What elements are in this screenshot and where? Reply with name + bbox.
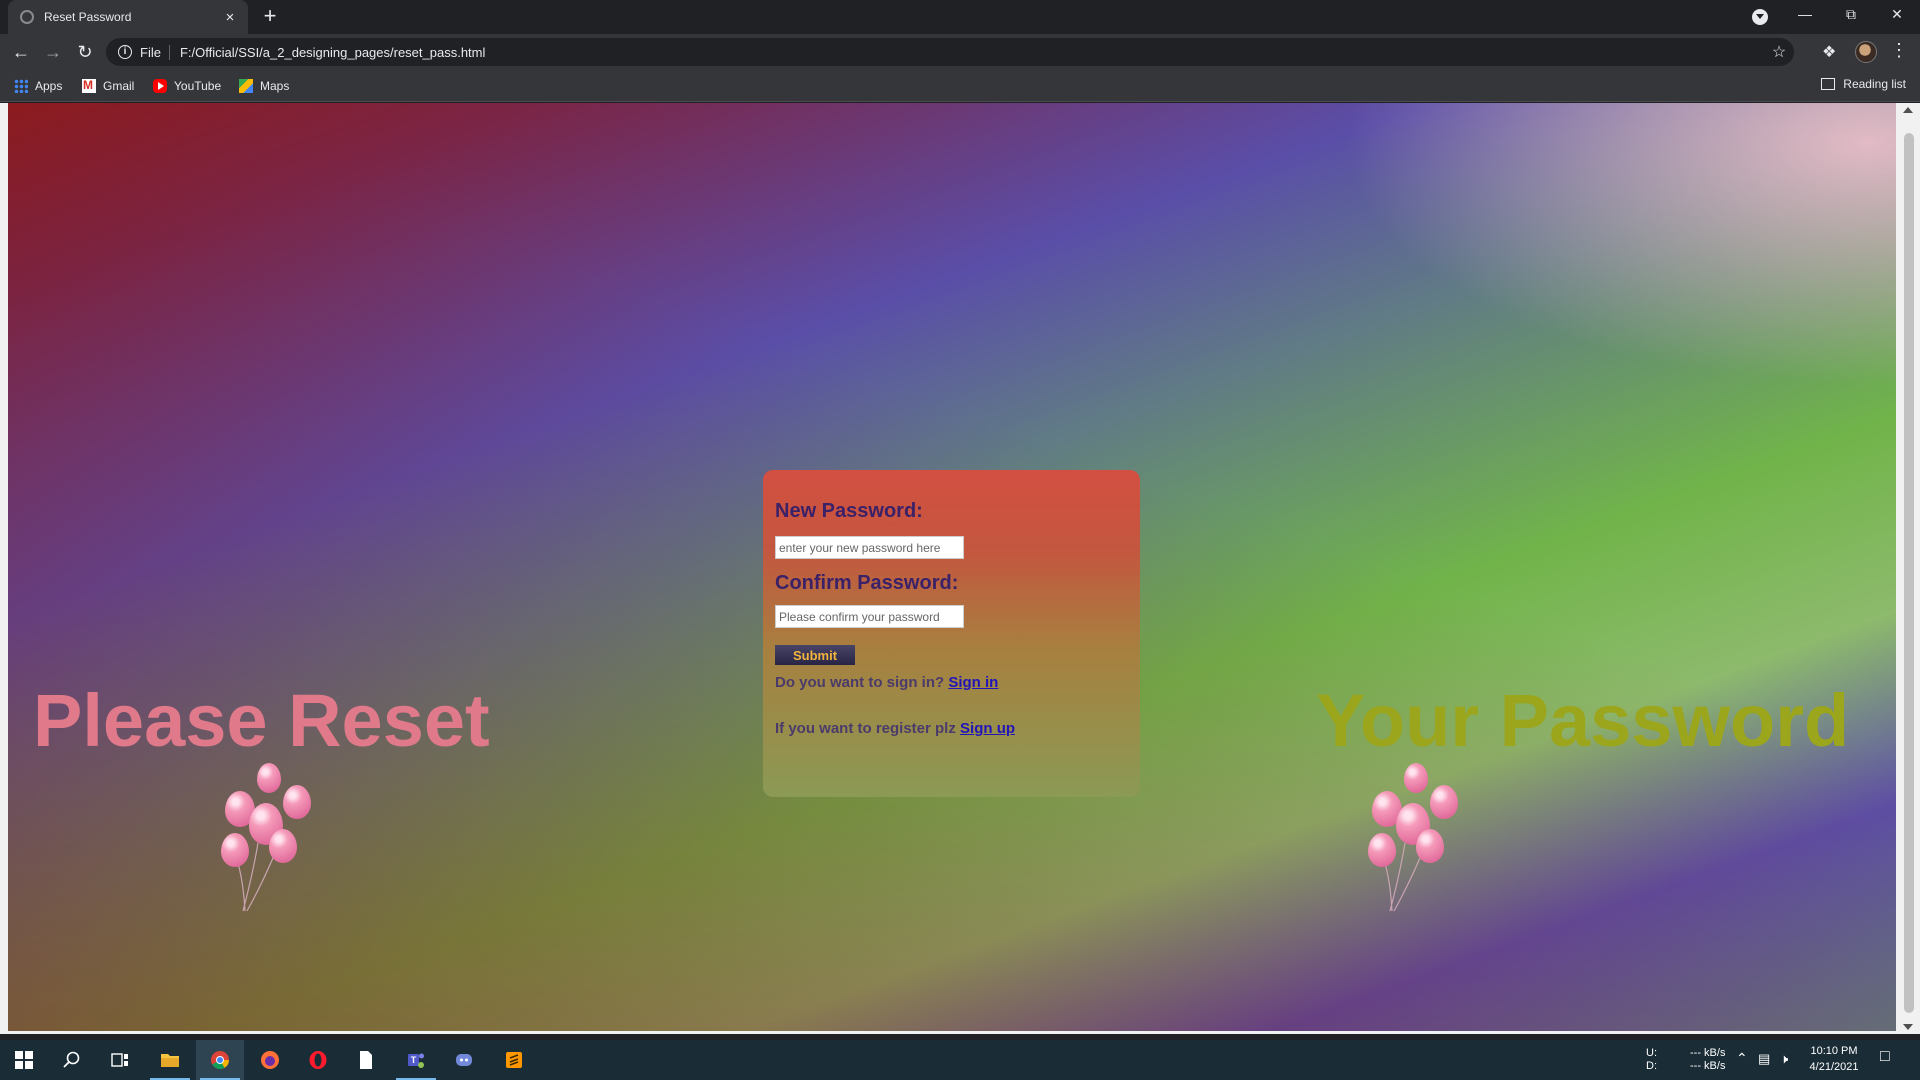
firefox-icon[interactable] bbox=[246, 1040, 294, 1080]
notepad-icon[interactable] bbox=[342, 1040, 390, 1080]
search-icon[interactable] bbox=[48, 1040, 96, 1080]
clock-time[interactable]: 10:10 PM bbox=[1806, 1045, 1862, 1058]
bookmark-youtube[interactable]: YouTube bbox=[153, 77, 221, 95]
confirm-password-input[interactable] bbox=[775, 605, 964, 628]
bookmark-apps[interactable]: Apps bbox=[14, 77, 62, 95]
info-icon[interactable]: i bbox=[118, 45, 132, 59]
net-speed-up: --- kB/s bbox=[1690, 1047, 1726, 1059]
tab-reset-password[interactable]: Reset Password × bbox=[8, 0, 248, 34]
volume-icon[interactable]: 🕨 bbox=[1780, 1052, 1788, 1065]
balloons-image-left bbox=[213, 763, 313, 913]
notifications-icon[interactable]: □ bbox=[1880, 1049, 1890, 1065]
globe-icon bbox=[20, 10, 34, 24]
scroll-up-icon[interactable] bbox=[1903, 107, 1913, 113]
browser-toolbar: ← → ↻ i File F:/Official/SSI/a_2_designi… bbox=[0, 34, 1920, 70]
signup-line: If you want to register plz Sign up bbox=[775, 720, 1128, 737]
balloons-image-right bbox=[1360, 763, 1460, 913]
bookmark-label: Gmail bbox=[103, 79, 135, 93]
new-password-input[interactable] bbox=[775, 536, 964, 559]
maps-icon bbox=[239, 79, 253, 93]
net-speed-down: --- kB/s bbox=[1690, 1060, 1726, 1072]
page-viewport: Please Reset Your Password New Password:… bbox=[0, 103, 1920, 1034]
apps-grid-icon bbox=[14, 79, 28, 93]
sublime-icon[interactable] bbox=[490, 1040, 538, 1080]
reading-list-label: Reading list bbox=[1843, 77, 1906, 91]
bookmark-label: Maps bbox=[260, 79, 290, 93]
more-menu-icon[interactable]: ⋮ bbox=[1890, 40, 1908, 61]
discord-icon[interactable] bbox=[440, 1040, 488, 1080]
reset-password-form: New Password: Confirm Password: Submit D… bbox=[763, 470, 1140, 797]
signin-line: Do you want to sign in? Sign in bbox=[775, 674, 1128, 691]
new-password-label: New Password: bbox=[775, 500, 923, 522]
bookmark-label: YouTube bbox=[174, 79, 222, 93]
scroll-thumb[interactable] bbox=[1904, 133, 1914, 1013]
forward-icon[interactable]: → bbox=[41, 40, 65, 64]
file-explorer-icon[interactable] bbox=[146, 1040, 194, 1080]
clock-date[interactable]: 4/21/2021 bbox=[1806, 1061, 1862, 1074]
tab-close-button[interactable]: × bbox=[222, 9, 238, 26]
confirm-password-label: Confirm Password: bbox=[775, 572, 959, 594]
back-icon[interactable]: ← bbox=[9, 40, 33, 64]
address-bar[interactable]: i File F:/Official/SSI/a_2_designing_pag… bbox=[106, 38, 1794, 66]
network-icon[interactable]: ▤ bbox=[1758, 1052, 1770, 1065]
signin-link[interactable]: Sign in bbox=[948, 674, 998, 691]
reading-list-button[interactable]: Reading list bbox=[1821, 77, 1906, 91]
page-background: Please Reset Your Password New Password:… bbox=[8, 103, 1896, 1031]
svg-text:T: T bbox=[411, 1055, 417, 1065]
restore-button[interactable]: ⧉ bbox=[1828, 0, 1874, 30]
headline-left: Please Reset bbox=[33, 679, 490, 762]
bookmark-maps[interactable]: Maps bbox=[239, 77, 289, 95]
signup-link[interactable]: Sign up bbox=[960, 720, 1015, 737]
browser-titlebar: Reset Password × + — ⧉ ✕ bbox=[0, 0, 1920, 34]
net-label-down: D: bbox=[1646, 1060, 1657, 1072]
bookmarks-bar: Apps Gmail YouTube Maps Reading list bbox=[0, 70, 1920, 102]
tab-title: Reset Password bbox=[44, 10, 132, 24]
net-label-up: U: bbox=[1646, 1047, 1657, 1059]
scroll-down-icon[interactable] bbox=[1903, 1024, 1913, 1030]
close-window-button[interactable]: ✕ bbox=[1874, 0, 1920, 30]
scheme-label: File bbox=[140, 44, 170, 60]
bookmark-gmail[interactable]: Gmail bbox=[82, 77, 134, 95]
reading-list-icon bbox=[1821, 78, 1836, 90]
vertical-scrollbar[interactable] bbox=[1896, 103, 1920, 1034]
reload-icon[interactable]: ↻ bbox=[73, 40, 97, 64]
windows-taskbar: T U: D: --- kB/s --- kB/s ⌃ ▤ 🕨 10:10 PM… bbox=[0, 1040, 1920, 1080]
task-view-icon[interactable] bbox=[96, 1040, 144, 1080]
opera-icon[interactable] bbox=[294, 1040, 342, 1080]
tab-search-icon[interactable] bbox=[1752, 9, 1768, 25]
youtube-icon bbox=[153, 79, 167, 93]
start-icon[interactable] bbox=[0, 1040, 48, 1080]
signin-prompt: Do you want to sign in? bbox=[775, 674, 945, 691]
url-text[interactable]: F:/Official/SSI/a_2_designing_pages/rese… bbox=[180, 45, 1764, 60]
signup-prompt: If you want to register plz bbox=[775, 720, 956, 737]
chrome-icon[interactable] bbox=[196, 1040, 244, 1080]
bookmark-label: Apps bbox=[35, 79, 63, 93]
submit-button[interactable]: Submit bbox=[775, 645, 855, 665]
teams-icon[interactable]: T bbox=[392, 1040, 440, 1080]
extensions-puzzle-icon[interactable]: ❖ bbox=[1822, 42, 1836, 62]
profile-avatar[interactable] bbox=[1855, 41, 1877, 63]
show-hidden-icons-icon[interactable]: ⌃ bbox=[1736, 1051, 1748, 1065]
headline-right: Your Password bbox=[1316, 679, 1850, 762]
bookmark-star-icon[interactable]: ☆ bbox=[1764, 42, 1794, 62]
minimize-button[interactable]: — bbox=[1782, 0, 1828, 30]
gmail-icon bbox=[82, 78, 96, 93]
new-tab-button[interactable]: + bbox=[258, 5, 282, 29]
